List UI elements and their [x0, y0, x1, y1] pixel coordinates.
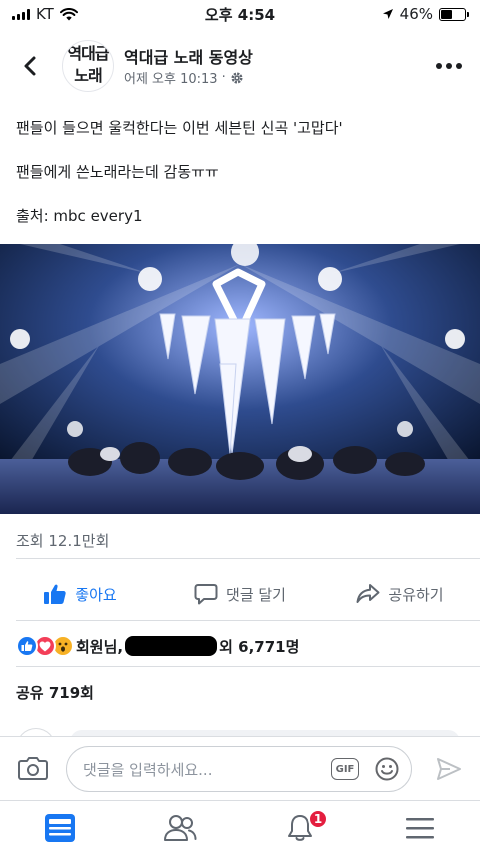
redacted-name: [125, 636, 218, 656]
view-count: 조회 12.1만회: [16, 532, 110, 550]
page-name[interactable]: 역대급 노래 동영상: [124, 44, 253, 68]
post-text-line: 출처: mbc every1: [16, 207, 143, 225]
post-meta: 어제 오후 10:13 ·: [124, 68, 244, 87]
like-label: 좋아요: [75, 585, 117, 604]
emoji-icon: [375, 757, 399, 781]
post-timestamp[interactable]: 어제 오후 10:13: [124, 68, 218, 87]
battery-fill: [441, 9, 452, 19]
status-right: 46%: [382, 5, 469, 23]
menu-icon: [406, 817, 434, 838]
video-player[interactable]: [0, 244, 480, 514]
more-icon: [436, 63, 442, 69]
comment-input[interactable]: 댓글을 입력하세요... GIF: [66, 746, 412, 792]
post-body: 팬들이 들으면 울컥한다는 이번 세븐틴 신곡 '고맙다' 팬들에게 쓴노래라는…: [16, 118, 466, 250]
divider: [16, 666, 480, 667]
back-button[interactable]: [14, 50, 46, 82]
share-count[interactable]: 공유 719회: [16, 682, 94, 703]
feed-icon: [45, 813, 75, 842]
like-icon: [44, 584, 66, 604]
gear-icon: [231, 72, 243, 83]
action-bar: 좋아요 댓글 달기 공유하기: [0, 572, 480, 616]
comment-composer: 댓글을 입력하세요... GIF: [0, 736, 480, 800]
status-left: KT: [12, 5, 78, 23]
battery-icon: [439, 7, 469, 21]
status-bar: KT 오후 4:54 46%: [0, 0, 480, 28]
avatar-text-line1: 역대급: [67, 44, 109, 63]
nav-feed[interactable]: [0, 801, 120, 854]
divider: [16, 558, 480, 559]
emoji-button[interactable]: [375, 757, 399, 781]
notification-badge: 1: [308, 809, 328, 829]
nav-menu[interactable]: [360, 801, 480, 854]
wifi-icon: [59, 7, 78, 20]
nav-notifications[interactable]: 1: [240, 801, 360, 854]
comment-placeholder: 댓글을 입력하세요...: [83, 760, 213, 779]
comment-label: 댓글 달기: [226, 585, 286, 604]
meta-separator: ·: [221, 70, 226, 85]
friends-icon: [164, 814, 197, 841]
carrier-label: KT: [36, 5, 54, 23]
share-icon: [356, 584, 380, 603]
signal-icon: [12, 8, 30, 20]
reactions-suffix: 외 6,771명: [219, 637, 300, 656]
send-icon: [437, 758, 461, 780]
reactions-prefix: 회원님,: [76, 637, 124, 656]
page-avatar[interactable]: 역대급 노래: [62, 40, 114, 92]
like-button[interactable]: 좋아요: [0, 572, 160, 616]
reactions-summary[interactable]: 회원님, 외 6,771명: [16, 634, 299, 658]
chevron-left-icon: [24, 56, 36, 76]
comment-button[interactable]: 댓글 달기: [160, 572, 320, 616]
bottom-navigation: 1: [0, 800, 480, 854]
clock: 오후 4:54: [204, 5, 276, 24]
post-text-line: 팬들이 들으면 울컥한다는 이번 세븐틴 신곡 '고맙다': [16, 119, 343, 137]
video-thumbnail: [0, 244, 480, 514]
gif-button[interactable]: GIF: [331, 758, 359, 780]
post-header: 역대급 노래 역대급 노래 동영상 어제 오후 10:13 ·: [0, 34, 480, 102]
post-text-line: 팬들에게 쓴노래라는데 감동ㅠㅠ: [16, 163, 219, 181]
share-label: 공유하기: [388, 585, 444, 604]
comment-icon: [194, 584, 218, 605]
battery-percent: 46%: [399, 5, 433, 23]
more-options-button[interactable]: [432, 54, 466, 78]
location-arrow-icon: [382, 9, 393, 19]
like-reaction-icon: [16, 635, 38, 657]
nav-friends[interactable]: [120, 801, 240, 854]
avatar-text-line2: 노래: [74, 66, 102, 85]
send-button[interactable]: [436, 757, 462, 781]
reaction-icons: [16, 635, 74, 657]
camera-icon: [18, 757, 48, 780]
camera-button[interactable]: [18, 755, 48, 783]
divider: [16, 620, 480, 621]
share-button[interactable]: 공유하기: [320, 572, 480, 616]
